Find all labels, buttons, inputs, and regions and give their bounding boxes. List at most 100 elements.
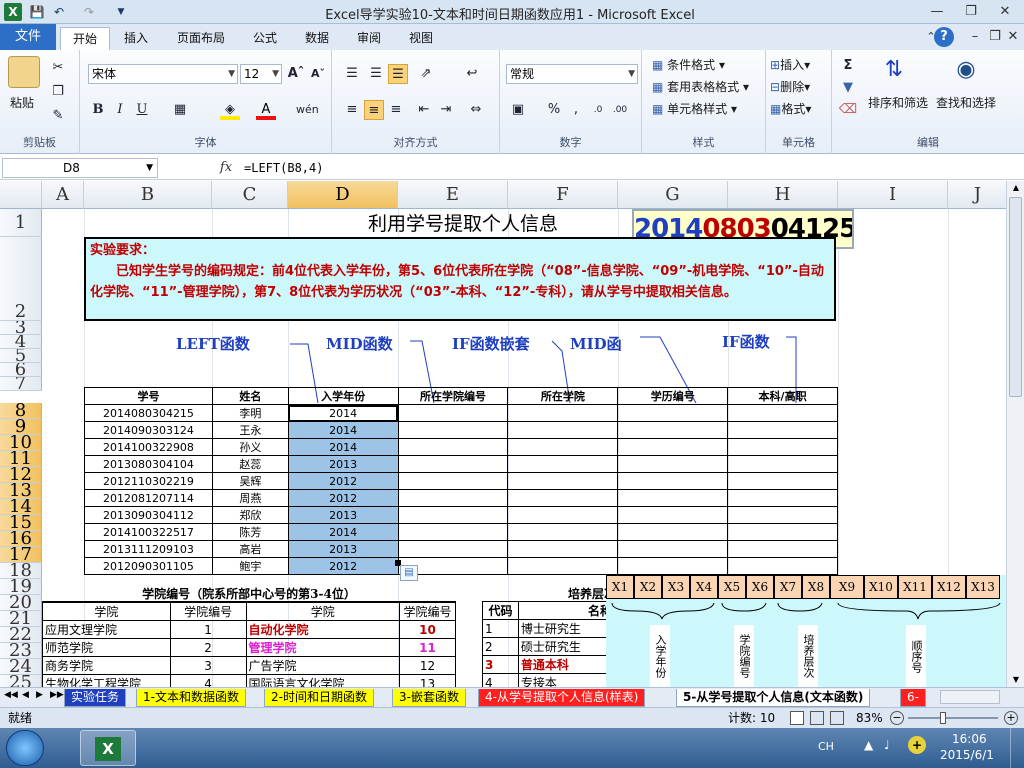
cell-college[interactable]: 国际语言文化学院 [245, 674, 401, 687]
cell-name[interactable]: 周燕 [211, 489, 289, 507]
cell-level-code[interactable] [617, 438, 729, 456]
cell-college-code[interactable] [397, 489, 509, 507]
tab-formulas[interactable]: 公式 [244, 27, 286, 50]
row-header[interactable]: 11 [0, 451, 42, 467]
undo-icon[interactable]: ↶ [50, 3, 68, 21]
cell-styles-button[interactable]: ▦ 单元格样式 ▾ [652, 100, 737, 117]
sheet-tab[interactable]: 3-嵌套函数 [392, 689, 466, 707]
restore-button[interactable]: ❐ [956, 2, 986, 22]
input-language[interactable]: CH [818, 740, 834, 753]
header-college[interactable]: 所在学院 [507, 387, 619, 405]
cell-student-id[interactable]: 2012081207114 [84, 489, 213, 507]
scroll-thumb[interactable] [1009, 197, 1022, 397]
font-name-combo[interactable]: 宋体 ▼ [88, 64, 238, 84]
cell-level-code[interactable] [617, 421, 729, 439]
taskbar-excel[interactable]: X [80, 730, 136, 766]
align-middle-icon[interactable]: ☰ [366, 64, 386, 84]
row-header[interactable]: 24 [0, 659, 42, 675]
number-format-combo[interactable]: 常规 ▼ [506, 64, 638, 84]
decrease-decimal-icon[interactable]: .00 [610, 100, 630, 120]
col-college-code-2[interactable]: 学院编号 [399, 601, 456, 621]
percent-icon[interactable]: % [544, 100, 564, 120]
cell-degree-type[interactable] [727, 421, 838, 439]
tab-view[interactable]: 视图 [400, 27, 442, 50]
cell-degree-type[interactable] [727, 472, 838, 490]
row-header[interactable]: 20 [0, 595, 42, 611]
insert-function-button[interactable]: fx [214, 158, 238, 178]
customize-qat-icon[interactable]: ▼ [112, 3, 130, 21]
close-button[interactable]: ✕ [990, 2, 1020, 22]
cell-college[interactable] [507, 540, 619, 558]
cell-code[interactable]: 4 [169, 674, 247, 687]
tray-app-icon[interactable]: + [908, 736, 926, 754]
cell-name[interactable]: 王永 [211, 421, 289, 439]
row-header[interactable]: 12 [0, 467, 42, 483]
tab-home[interactable]: 开始 [60, 27, 110, 50]
cell-college-code[interactable] [397, 506, 509, 524]
tab-data[interactable]: 数据 [296, 27, 338, 50]
increase-indent-icon[interactable]: ⇥ [436, 100, 456, 120]
cell-name[interactable]: 高岩 [211, 540, 289, 558]
cell-college-code[interactable] [397, 472, 509, 490]
tab-file[interactable]: 文件 [0, 24, 56, 50]
row-header[interactable]: 16 [0, 531, 42, 547]
cell-college-highlight[interactable]: 管理学院 [245, 638, 401, 657]
cell-college[interactable]: 生物化学工程学院 [42, 674, 171, 687]
cell-college-highlight[interactable]: 自动化学院 [245, 620, 401, 639]
row-header[interactable]: 18 [0, 563, 42, 579]
tray-arrow-icon[interactable]: ▲ [864, 738, 873, 752]
fill-icon[interactable]: ▼ [838, 78, 858, 98]
cell-level-code[interactable] [617, 557, 729, 575]
delete-cells-button[interactable]: ⊟删除▾ [770, 78, 810, 95]
cell-college-code[interactable] [397, 404, 509, 422]
redo-icon[interactable]: ↷ [80, 3, 98, 21]
scroll-up-icon[interactable]: ▲ [1008, 181, 1024, 195]
cell-level-code[interactable]: 2 [482, 637, 519, 656]
cell-college[interactable] [507, 489, 619, 507]
cell-degree-type[interactable] [727, 540, 838, 558]
cell-year[interactable]: 2012 [287, 472, 399, 490]
fill-color-icon[interactable]: ◈ [220, 100, 240, 120]
cell-level-code[interactable] [617, 455, 729, 473]
cell-year-active[interactable]: 2014 [287, 404, 399, 422]
cell-student-id[interactable]: 2014080304215 [84, 404, 213, 422]
header-name[interactable]: 姓名 [211, 387, 289, 405]
cell-year[interactable]: 2013 [287, 540, 399, 558]
col-college[interactable]: 学院 [42, 601, 171, 621]
cell-college-code[interactable] [397, 455, 509, 473]
tab-review[interactable]: 审阅 [348, 27, 390, 50]
zoom-level[interactable]: 83% [856, 708, 883, 728]
cell-code[interactable]: 2 [169, 638, 247, 657]
cell-degree-type[interactable] [727, 506, 838, 524]
cell-code[interactable]: 12 [399, 656, 456, 675]
insert-cells-button[interactable]: ⊞插入▾ [770, 56, 810, 73]
cell-level-code[interactable] [617, 404, 729, 422]
cell-code[interactable]: 13 [399, 674, 456, 687]
help-icon[interactable]: ? [934, 27, 954, 47]
row-header[interactable]: 23 [0, 643, 42, 659]
zoom-in-icon[interactable]: + [1004, 711, 1018, 725]
cell-name[interactable]: 陈芳 [211, 523, 289, 541]
orientation-icon[interactable]: ⇗ [416, 64, 436, 84]
cell-college[interactable] [507, 404, 619, 422]
paste-icon[interactable] [8, 56, 40, 88]
align-center-icon[interactable]: ≡ [364, 100, 384, 120]
excel-app-icon[interactable]: X [4, 3, 22, 21]
sort-filter-icon[interactable]: ⇅ [878, 54, 910, 86]
cell-year[interactable]: 2012 [287, 557, 399, 575]
start-button[interactable] [6, 730, 44, 766]
font-color-icon[interactable]: A [256, 100, 276, 120]
cell-college[interactable] [507, 523, 619, 541]
find-select-button[interactable]: 查找和选择 [936, 94, 996, 111]
cell-college[interactable] [507, 472, 619, 490]
cell-college-code[interactable] [397, 438, 509, 456]
row-header[interactable]: 25 [0, 675, 42, 687]
header-degree-type[interactable]: 本科/高职 [727, 387, 838, 405]
align-top-icon[interactable]: ☰ [342, 64, 362, 84]
autofill-options-icon[interactable]: ▤ [400, 565, 418, 581]
cell-student-id[interactable]: 2012090301105 [84, 557, 213, 575]
cell-degree-type[interactable] [727, 404, 838, 422]
first-sheet-icon[interactable]: ◀◀ [4, 690, 18, 700]
col-college-2[interactable]: 学院 [245, 601, 401, 621]
row-header[interactable]: 14 [0, 499, 42, 515]
